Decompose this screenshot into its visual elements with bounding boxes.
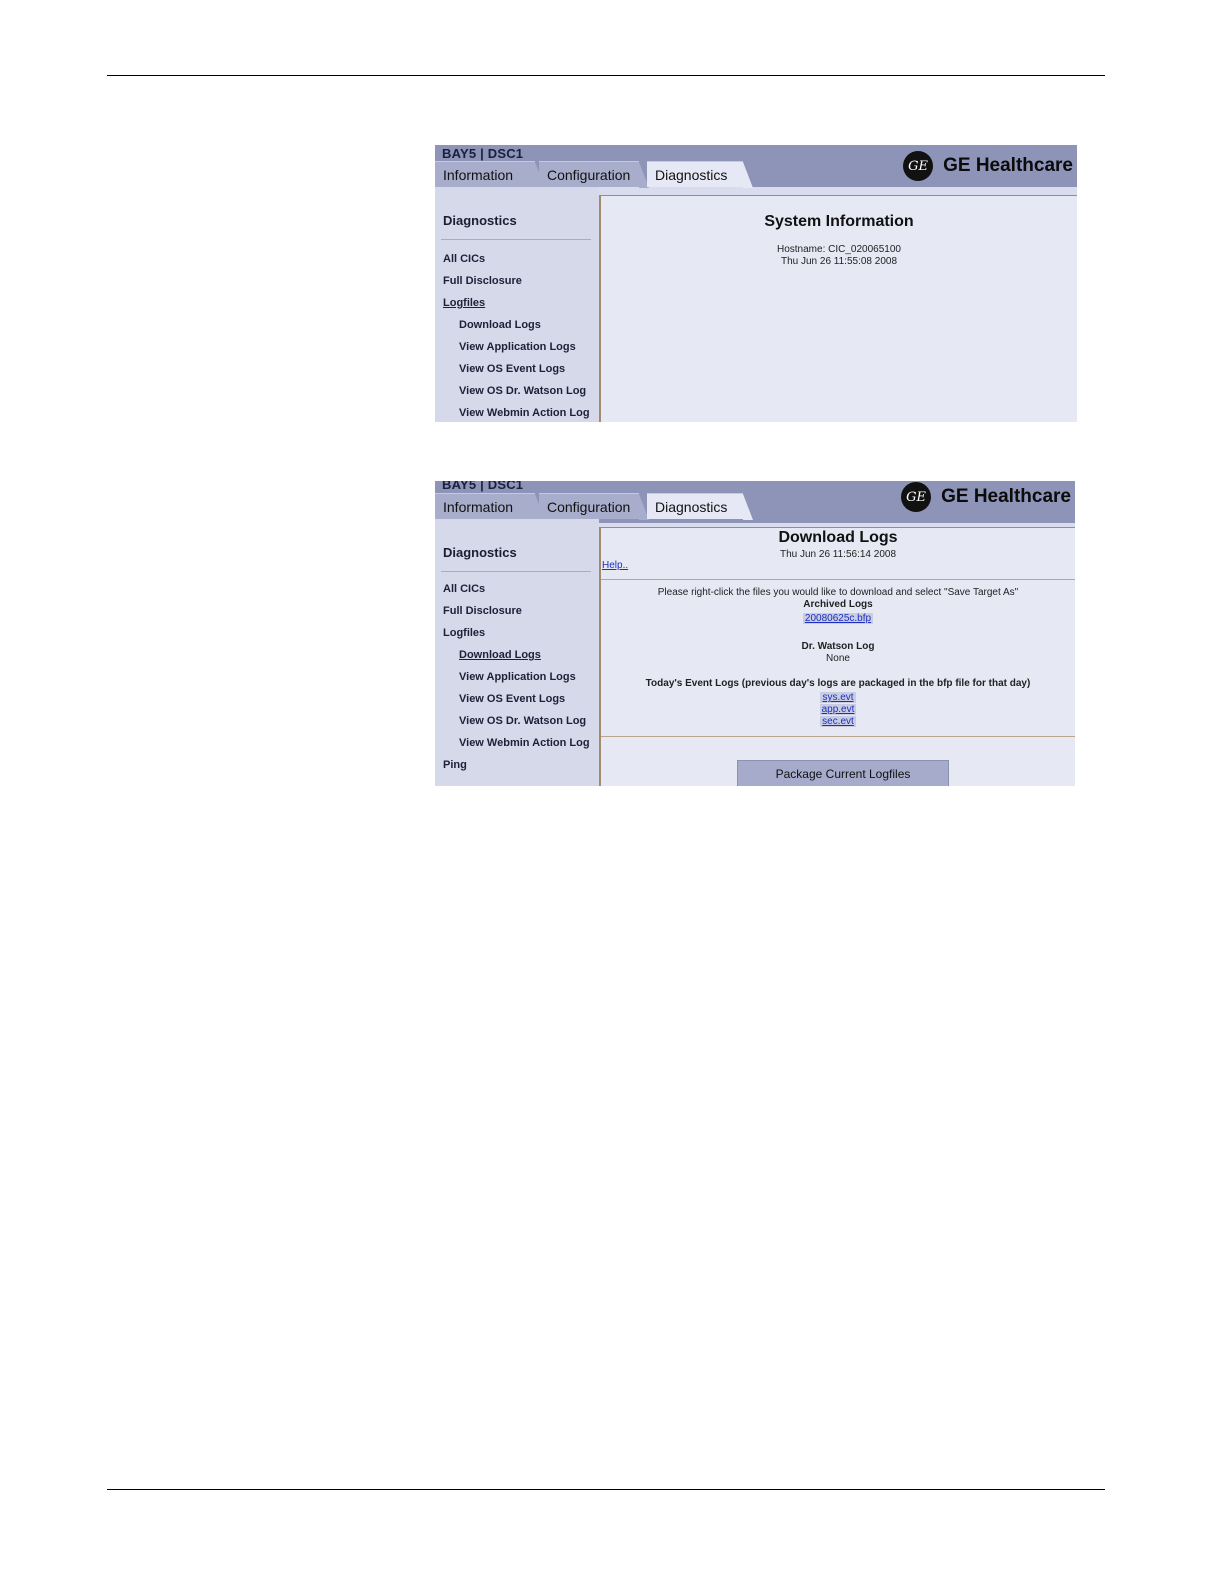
sidebar-item-all-cics[interactable]: All CICs — [443, 583, 485, 595]
tab-diagnostics[interactable]: Diagnostics — [647, 493, 753, 520]
archived-logs-label: Archived Logs — [803, 599, 873, 610]
date-text: Thu Jun 26 11:55:08 2008 — [780, 256, 898, 267]
divider — [601, 579, 1075, 580]
sidebar-item-full-disclosure[interactable]: Full Disclosure — [443, 605, 522, 617]
event-logs-label: Today's Event Logs (previous day's logs … — [645, 678, 1031, 689]
brand: GE GE Healthcare — [901, 482, 1071, 512]
event-log-link[interactable]: sec.evt — [820, 716, 856, 727]
event-log-link[interactable]: sys.evt — [820, 692, 856, 703]
archived-log-link[interactable]: 20080625c.bfp — [802, 613, 874, 624]
sidebar-item-view-application-logs[interactable]: View Application Logs — [459, 341, 576, 353]
brand-name: GE Healthcare — [943, 155, 1073, 176]
sidebar: Diagnostics All CICs Full Disclosure Log… — [435, 187, 599, 422]
system-information-screenshot: BAY5 | DSC1 Information Configuration Di… — [435, 145, 1077, 422]
sidebar: Diagnostics All CICs Full Disclosure Log… — [435, 519, 599, 786]
breadcrumb: BAY5 | DSC1 — [442, 146, 524, 161]
top-bar: BAY5 | DSC1 Information Configuration Di… — [435, 145, 1077, 188]
sidebar-item-logfiles[interactable]: Logfiles — [443, 297, 485, 309]
brand-name: GE Healthcare — [941, 486, 1071, 507]
sidebar-item-download-logs[interactable]: Download Logs — [459, 649, 541, 661]
sidebar-item-view-application-logs[interactable]: View Application Logs — [459, 671, 576, 683]
tab-configuration[interactable]: Configuration — [539, 161, 649, 188]
hostname-text: Hostname: CIC_020065100 — [777, 244, 901, 255]
sidebar-title: Diagnostics — [443, 213, 517, 228]
ge-logo-icon: GE — [903, 151, 934, 181]
sidebar-item-download-logs[interactable]: Download Logs — [459, 319, 541, 331]
sidebar-item-view-webmin-action-log[interactable]: View Webmin Action Log — [459, 737, 590, 749]
tab-configuration[interactable]: Configuration — [539, 493, 649, 520]
header-rule — [107, 75, 1105, 76]
package-current-logfiles-button[interactable]: Package Current Logfiles — [737, 760, 949, 786]
divider — [601, 736, 1075, 737]
sidebar-divider — [441, 571, 591, 572]
tab-bar: Information Configuration Diagnostics — [435, 493, 765, 520]
footer-rule — [107, 1489, 1105, 1490]
instruction-text: Please right-click the files you would l… — [657, 587, 1019, 598]
page-title: Download Logs — [778, 529, 898, 546]
tab-diagnostics[interactable]: Diagnostics — [647, 161, 753, 188]
sidebar-item-view-os-dr-watson-log[interactable]: View OS Dr. Watson Log — [459, 715, 586, 727]
main-panel: Download Logs Thu Jun 26 11:56:14 2008 H… — [599, 527, 1075, 786]
event-log-link[interactable]: app.evt — [819, 704, 857, 715]
sidebar-item-all-cics[interactable]: All CICs — [443, 253, 485, 265]
page-title: System Information — [764, 213, 914, 230]
tab-information[interactable]: Information — [435, 161, 545, 188]
sidebar-item-ping[interactable]: Ping — [443, 759, 467, 771]
brand: GE GE Healthcare — [903, 151, 1073, 181]
sidebar-item-view-os-dr-watson-log[interactable]: View OS Dr. Watson Log — [459, 385, 586, 397]
ge-logo-icon: GE — [901, 482, 932, 512]
sidebar-item-view-os-event-logs[interactable]: View OS Event Logs — [459, 363, 565, 375]
sidebar-divider — [441, 239, 591, 240]
tab-bar: Information Configuration Diagnostics — [435, 161, 765, 188]
sidebar-item-logfiles[interactable]: Logfiles — [443, 627, 485, 639]
dr-watson-label: Dr. Watson Log — [801, 641, 875, 652]
dr-watson-value: None — [826, 653, 850, 664]
top-bar: BAY5 | DSC1 Information Configuration Di… — [435, 481, 1075, 523]
date-text: Thu Jun 26 11:56:14 2008 — [779, 549, 897, 560]
help-link[interactable]: Help.. — [602, 560, 628, 571]
sidebar-item-view-os-event-logs[interactable]: View OS Event Logs — [459, 693, 565, 705]
main-panel: System Information Hostname: CIC_0200651… — [599, 195, 1077, 422]
sidebar-title: Diagnostics — [443, 545, 517, 560]
breadcrumb: BAY5 | DSC1 — [442, 481, 524, 492]
download-logs-screenshot: BAY5 | DSC1 Information Configuration Di… — [435, 481, 1075, 786]
tab-information[interactable]: Information — [435, 493, 545, 520]
sidebar-item-view-webmin-action-log[interactable]: View Webmin Action Log — [459, 407, 590, 419]
sidebar-item-full-disclosure[interactable]: Full Disclosure — [443, 275, 522, 287]
